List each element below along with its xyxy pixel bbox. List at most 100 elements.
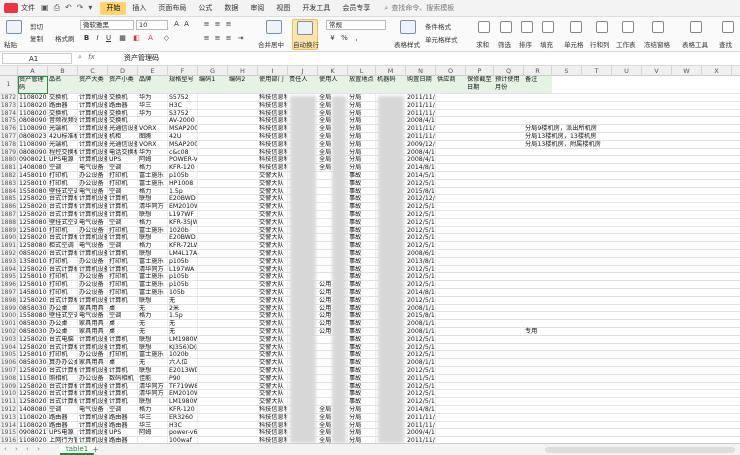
cell-brand[interactable]: 联想 bbox=[138, 398, 168, 405]
cell-model[interactable]: P90 bbox=[168, 374, 198, 382]
cell-subcategory[interactable]: 交换机 bbox=[108, 109, 138, 117]
cell-category[interactable]: 计算机设备 bbox=[78, 390, 108, 398]
cell-brand[interactable]: 富士施乐 bbox=[138, 172, 168, 179]
cell-item-name[interactable]: 程控交换机 bbox=[48, 148, 78, 156]
cell-subcategory[interactable]: 路由器 bbox=[108, 413, 138, 421]
cell-subcategory[interactable]: 路由器 bbox=[108, 101, 138, 109]
row-number[interactable]: 1872 bbox=[0, 94, 18, 101]
cell-department[interactable]: 交警大队 bbox=[258, 218, 288, 226]
cell-purchase-date[interactable]: 2011/11/1 bbox=[406, 413, 436, 421]
cell-purchase-date[interactable]: 2011/11/1 bbox=[406, 109, 436, 117]
header-cell[interactable]: 编码1 bbox=[198, 76, 228, 93]
cell-subcategory[interactable]: 计算机 bbox=[108, 234, 138, 242]
cell-model[interactable]: AV-2000 bbox=[168, 117, 198, 125]
cell-purchase-date[interactable]: 2012/5/1 0 bbox=[406, 390, 436, 398]
cell-purchase-date[interactable]: 2011/11/1 bbox=[406, 94, 436, 101]
cell-location[interactable]: 事故 bbox=[348, 328, 376, 335]
cell-category[interactable]: 办公设备 bbox=[78, 374, 108, 382]
cell-item-name[interactable]: 打印机 bbox=[48, 172, 78, 179]
cell-category[interactable]: 计算机设备 bbox=[78, 296, 108, 304]
cell-model[interactable]: power-v60 bbox=[168, 429, 198, 437]
cell-purchase-date[interactable]: 2012/5/1 0 bbox=[406, 382, 436, 390]
cell-asset-code[interactable]: 110809060 bbox=[18, 140, 48, 148]
cell-subcategory[interactable]: 计算机 bbox=[108, 203, 138, 210]
cell-asset-code[interactable]: 125801010 bbox=[18, 351, 48, 359]
cell-brand[interactable]: 清华同方 bbox=[138, 203, 168, 210]
cell-category[interactable]: 计算机设备 bbox=[78, 156, 108, 164]
cell-brand[interactable]: 联想 bbox=[138, 211, 168, 218]
cell-brand[interactable]: 无 bbox=[138, 328, 168, 335]
cell-brand[interactable]: VORX bbox=[138, 140, 168, 148]
column-header-t[interactable]: T bbox=[582, 66, 612, 76]
cell-purchase-date[interactable]: 2008/1/1 0 bbox=[406, 320, 436, 327]
cell-brand[interactable]: 富士施乐 bbox=[138, 289, 168, 296]
cell-category[interactable]: 计算机设备 bbox=[78, 335, 108, 343]
cell-brand[interactable]: 华为 bbox=[138, 148, 168, 156]
cell-item-name[interactable]: 台式电脑 bbox=[48, 335, 78, 343]
paste-icon[interactable] bbox=[6, 20, 22, 34]
ribbon-tab-8[interactable]: 会员专享 bbox=[336, 0, 376, 17]
cell-location[interactable]: 事故 bbox=[348, 273, 376, 281]
cell-model[interactable]: MSAP200 bbox=[168, 125, 198, 132]
row-number[interactable]: 1877 bbox=[0, 133, 18, 140]
column-header-s[interactable]: S bbox=[552, 66, 582, 76]
cell-item-name[interactable]: 空调 bbox=[48, 406, 78, 413]
cell-model[interactable]: p105b bbox=[168, 172, 198, 179]
align-top-icon[interactable]: ≡ bbox=[202, 20, 211, 29]
cell-location[interactable]: 事故 bbox=[348, 179, 376, 187]
cell-department[interactable]: 交警大队 bbox=[258, 335, 288, 343]
fill-icon[interactable] bbox=[542, 21, 554, 33]
cell-subcategory[interactable]: UPS bbox=[108, 156, 138, 164]
cell-model[interactable]: ER3260 bbox=[168, 413, 198, 421]
cell-purchase-date[interactable]: 2011/11/1 bbox=[406, 133, 436, 140]
cell-brand[interactable]: 联想 bbox=[138, 296, 168, 304]
column-header-b[interactable]: B bbox=[48, 66, 78, 76]
cell-brand[interactable]: 格力 bbox=[138, 218, 168, 226]
cell-item-name[interactable]: 台式计算机 bbox=[48, 390, 78, 398]
cell-asset-code[interactable]: 125801010 bbox=[18, 179, 48, 187]
cell-purchase-date[interactable]: 2012/5/1 0 bbox=[406, 265, 436, 273]
cell-department[interactable]: 交警大队 bbox=[258, 179, 288, 187]
table-tools-icon[interactable] bbox=[690, 21, 702, 33]
cell-asset-code[interactable]: 125802010 bbox=[18, 296, 48, 304]
cell-category[interactable]: 计算机设备 bbox=[78, 413, 108, 421]
cell-asset-code[interactable]: 145801010 bbox=[18, 172, 48, 179]
align-bottom-icon[interactable]: ≡ bbox=[224, 20, 233, 29]
cell-model[interactable]: TF719W8 bbox=[168, 382, 198, 390]
column-header-f[interactable]: F bbox=[168, 66, 198, 76]
cell-item-name[interactable]: 台式计算机 bbox=[48, 265, 78, 273]
cell-model[interactable]: KFR-35JW bbox=[168, 218, 198, 226]
file-menu[interactable]: 文件 bbox=[21, 3, 35, 13]
cell-purchase-date[interactable]: 2012/5/1 0 bbox=[406, 226, 436, 234]
cell-asset-code[interactable]: 125801010 bbox=[18, 281, 48, 288]
cell-subcategory[interactable]: 打印机 bbox=[108, 179, 138, 187]
cell-item-name[interactable]: 打印机 bbox=[48, 179, 78, 187]
cell-location[interactable]: 事故 bbox=[348, 242, 376, 249]
row-col-icon[interactable] bbox=[596, 21, 608, 33]
row-number[interactable]: 1912 bbox=[0, 406, 18, 413]
cell-category[interactable]: 计算机设备 bbox=[78, 250, 108, 257]
cell-model[interactable]: H3C bbox=[168, 421, 198, 429]
row-number[interactable]: 1886 bbox=[0, 203, 18, 210]
cell-department[interactable]: 科技信息科 bbox=[258, 148, 288, 156]
header-cell[interactable]: 编码2 bbox=[228, 76, 258, 93]
cell-purchase-date[interactable]: 2014/8/1 0 bbox=[406, 289, 436, 296]
cell-department[interactable]: 科技信息科 bbox=[258, 406, 288, 413]
cell-department[interactable]: 科技信息科 bbox=[258, 94, 288, 101]
header-cell[interactable]: 品牌 bbox=[138, 76, 168, 93]
cell-remark[interactable]: 分局13楼机房，13楼机房 bbox=[524, 133, 596, 140]
cell-subcategory[interactable]: 桌 bbox=[108, 304, 138, 312]
cell-item-name[interactable]: 光端机 bbox=[48, 140, 78, 148]
column-header-x[interactable]: X bbox=[702, 66, 732, 76]
cell-location[interactable]: 事故 bbox=[348, 351, 376, 359]
cell-asset-code[interactable]: 155808010 bbox=[18, 312, 48, 320]
cell-asset-code[interactable]: 125802010 bbox=[18, 343, 48, 351]
cell-item-name[interactable]: 壁挂式空调 bbox=[48, 312, 78, 320]
cell-department[interactable]: 交警大队 bbox=[258, 367, 288, 374]
cell-location[interactable]: 分局 bbox=[348, 140, 376, 148]
cell-brand[interactable]: 华三 bbox=[138, 101, 168, 109]
cell-item-name[interactable]: 壁挂式空调 bbox=[48, 218, 78, 226]
sheet-nav-arrows[interactable]: ‹ › ‹ › bbox=[4, 445, 43, 453]
row-number[interactable]: 1881 bbox=[0, 164, 18, 171]
cell-asset-code[interactable]: 110802040 bbox=[18, 413, 48, 421]
